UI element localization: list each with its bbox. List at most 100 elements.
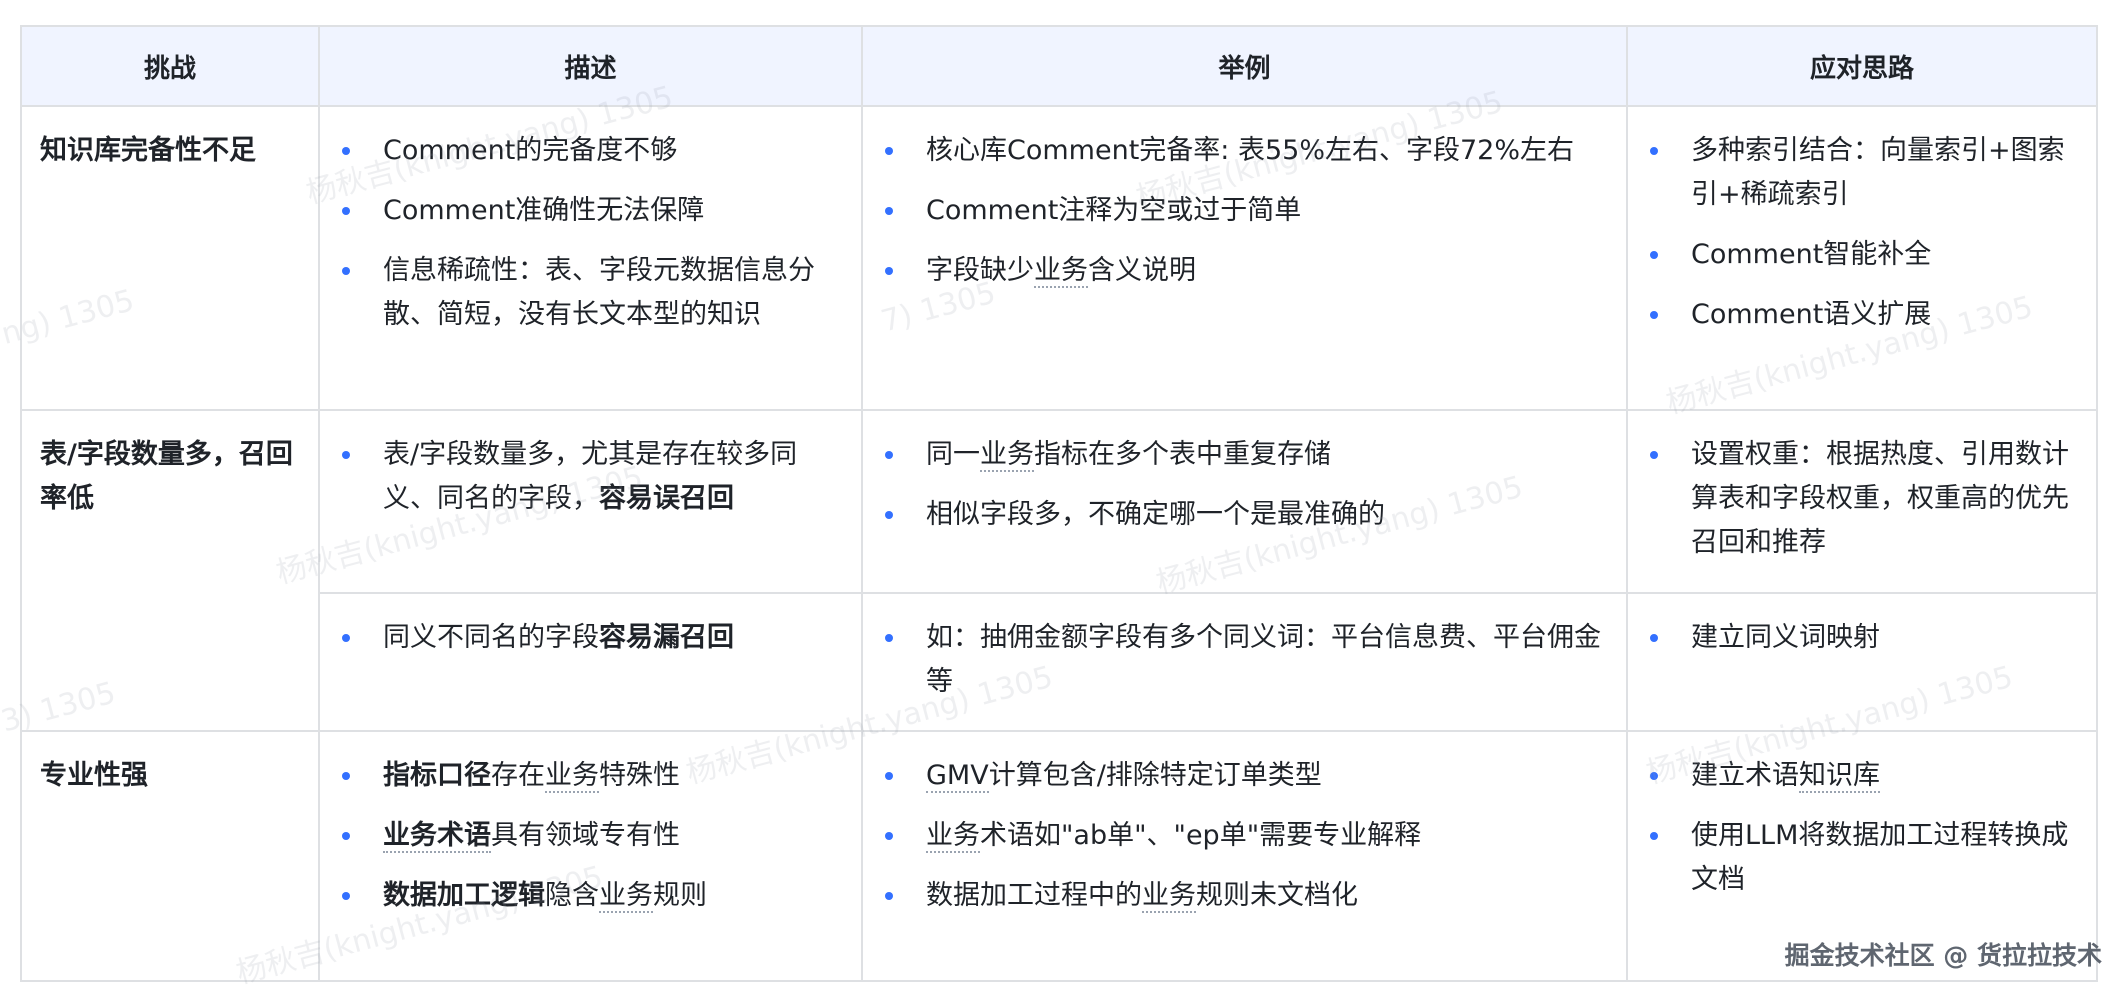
term-text: 业务	[1142, 880, 1196, 913]
bullet-icon	[885, 511, 893, 519]
bullet-icon	[885, 892, 893, 900]
list-item: 字段缺少业务含义说明	[881, 249, 1608, 293]
header-approach: 应对思路	[1626, 25, 2098, 107]
example-cell: GMV计算包含/排除特定订单类型 业务术语如"ab单"、"ep单"需要专业解释 数据…	[861, 730, 1628, 982]
bullet-icon	[342, 832, 350, 840]
bullet-icon	[342, 267, 350, 275]
description-list: 同义不同名的字段容易漏召回	[338, 616, 843, 660]
list-item: 信息稀疏性：表、字段元数据信息分散、简短，没有长文本型的知识	[338, 249, 843, 337]
list-item: 业务术语具有领域专有性	[338, 814, 843, 858]
bullet-icon	[342, 772, 350, 780]
list-item: 表/字段数量多，尤其是存在较多同义、同名的字段，容易误召回	[338, 433, 843, 521]
example-cell: 核心库Comment完备率: 表55%左右、字段72%左右 Comment注释为空…	[861, 105, 1628, 411]
item-text: 多种索引结合：向量索引+图索引+稀疏索引	[1691, 135, 2065, 210]
list-item: 多种索引结合：向量索引+图索引+稀疏索引	[1646, 129, 2078, 217]
description-cell: 同义不同名的字段容易漏召回	[318, 592, 863, 732]
example-list: 同一业务指标在多个表中重复存储相似字段多，不确定哪一个是最准确的	[881, 433, 1608, 537]
bullet-icon	[885, 832, 893, 840]
description-cell: 表/字段数量多，尤其是存在较多同义、同名的字段，容易误召回	[318, 409, 863, 594]
item-text: Comment智能补全	[1691, 239, 1932, 270]
item-text: 信息稀疏性：表、字段元数据信息分散、简短，没有长文本型的知识	[383, 255, 815, 330]
header-challenge: 挑战	[20, 25, 320, 107]
emphasis-text: 容易误召回	[599, 483, 734, 514]
list-item: Comment的完备度不够	[338, 129, 843, 173]
list-item: Comment语义扩展	[1646, 293, 2078, 337]
list-item: Comment注释为空或过于简单	[881, 189, 1608, 233]
bullet-icon	[1650, 451, 1658, 459]
example-list: GMV计算包含/排除特定订单类型 业务术语如"ab单"、"ep单"需要专业解释 数据…	[881, 754, 1608, 918]
term-text: 知识库	[1799, 760, 1880, 793]
item-text: 如：抽佣金额字段有多个同义词：平台信息费、平台佣金等	[926, 622, 1601, 697]
term-text: GMV	[926, 760, 989, 793]
bullet-icon	[342, 207, 350, 215]
bullet-icon	[342, 451, 350, 459]
emphasis-text: 指标口径	[383, 760, 491, 791]
list-item: 数据加工逻辑隐含业务规则	[338, 874, 843, 918]
item-text: 使用LLM将数据加工过程转换成文档	[1691, 820, 2069, 895]
list-item: 相似字段多，不确定哪一个是最准确的	[881, 493, 1608, 537]
list-item: 核心库Comment完备率: 表55%左右、字段72%左右	[881, 129, 1608, 173]
list-item: 建立术语知识库	[1646, 754, 2078, 798]
example-list: 如：抽佣金额字段有多个同义词：平台信息费、平台佣金等	[881, 616, 1608, 704]
item-text: 存在	[491, 760, 545, 791]
item-text: 相似字段多，不确定哪一个是最准确的	[926, 499, 1385, 530]
approach-cell: 多种索引结合：向量索引+图索引+稀疏索引 Comment智能补全 Comment语义…	[1626, 105, 2098, 411]
item-text: Comment准确性无法保障	[383, 195, 705, 226]
bullet-icon	[885, 451, 893, 459]
term-text: 业务	[926, 820, 980, 853]
approach-list: 设置权重：根据热度、引用数计算表和字段权重，权重高的优先召回和推荐	[1646, 433, 2078, 565]
list-item: Comment准确性无法保障	[338, 189, 843, 233]
header-row: 挑战 描述 举例 应对思路	[20, 25, 2098, 107]
challenge-cell: 表/字段数量多，召回率低	[20, 409, 320, 732]
approach-list: 建立同义词映射	[1646, 616, 2078, 660]
description-list: 表/字段数量多，尤其是存在较多同义、同名的字段，容易误召回	[338, 433, 843, 521]
bullet-icon	[885, 267, 893, 275]
emphasis-text: 业务术语	[383, 820, 491, 853]
item-text: 含义说明	[1088, 255, 1196, 286]
item-text: 同义不同名的字段	[383, 622, 599, 653]
description-list: 指标口径存在业务特殊性 业务术语具有领域专有性 数据加工逻辑隐含业务规则	[338, 754, 843, 918]
term-text: 业务	[1034, 255, 1088, 288]
item-text: Comment的完备度不够	[383, 135, 678, 166]
item-text: 数据加工过程中的	[926, 880, 1142, 911]
bullet-icon	[342, 147, 350, 155]
bullet-icon	[1650, 147, 1658, 155]
list-item: 设置权重：根据热度、引用数计算表和字段权重，权重高的优先召回和推荐	[1646, 433, 2078, 565]
term-text: 业务	[599, 880, 653, 913]
term-text: 业务	[545, 760, 599, 793]
bullet-icon	[1650, 311, 1658, 319]
item-text: Comment注释为空或过于简单	[926, 195, 1302, 226]
item-text: 设置权重：根据热度、引用数计算表和字段权重，权重高的优先召回和推荐	[1691, 439, 2069, 558]
emphasis-text: 数据加工逻辑	[383, 880, 545, 911]
item-text: 字段缺少	[926, 255, 1034, 286]
table-row: 表/字段数量多，召回率低 表/字段数量多，尤其是存在较多同义、同名的字段，容易误…	[20, 409, 2098, 732]
site-watermark: 掘金技术社区 @ 货拉拉技术	[1784, 941, 2102, 970]
bullet-icon	[1650, 634, 1658, 642]
list-item: 同义不同名的字段容易漏召回	[338, 616, 843, 660]
table-row: 同义不同名的字段容易漏召回 如：抽佣金额字段有多个同义词：平台信息费、平台佣金等…	[21, 592, 2098, 732]
emphasis-text: 容易漏召回	[599, 622, 734, 653]
bullet-icon	[885, 147, 893, 155]
item-text: 隐含	[545, 880, 599, 911]
item-text: 建立术语	[1691, 760, 1799, 791]
bullet-icon	[342, 634, 350, 642]
item-text: 具有领域专有性	[491, 820, 680, 851]
challenge-cell: 专业性强	[20, 730, 320, 982]
item-text: 特殊性	[599, 760, 680, 791]
list-item: GMV计算包含/排除特定订单类型	[881, 754, 1608, 798]
bullet-icon	[1650, 772, 1658, 780]
approach-list: 多种索引结合：向量索引+图索引+稀疏索引 Comment智能补全 Comment语义…	[1646, 129, 2078, 337]
list-item: 同一业务指标在多个表中重复存储	[881, 433, 1608, 477]
item-text: 术语如"ab单"、"ep单"需要专业解释	[980, 820, 1422, 851]
item-text: 建立同义词映射	[1691, 622, 1880, 653]
description-cell: Comment的完备度不够 Comment准确性无法保障信息稀疏性：表、字段元数据…	[318, 105, 863, 411]
description-list: Comment的完备度不够 Comment准确性无法保障信息稀疏性：表、字段元数据…	[338, 129, 843, 337]
list-item: 使用LLM将数据加工过程转换成文档	[1646, 814, 2078, 902]
item-text: 指标在多个表中重复存储	[1034, 439, 1331, 470]
bullet-icon	[885, 207, 893, 215]
bullet-icon	[885, 634, 893, 642]
approach-cell: 设置权重：根据热度、引用数计算表和字段权重，权重高的优先召回和推荐	[1626, 409, 2098, 594]
bullet-icon	[885, 772, 893, 780]
term-text: 业务	[980, 439, 1034, 472]
challenges-table: 挑战 描述 举例 应对思路 知识库完备性不足 Comment的完备度不够 Comm…	[20, 25, 2098, 982]
